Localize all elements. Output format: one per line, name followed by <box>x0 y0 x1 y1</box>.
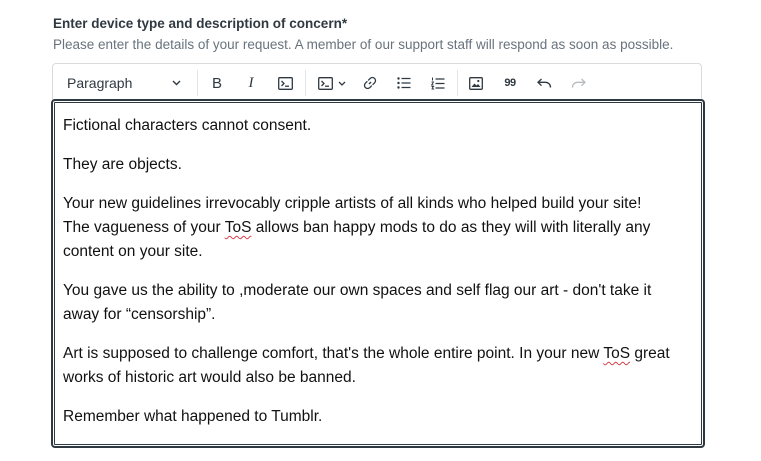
chevron-down-icon <box>338 81 346 86</box>
editor-text: The vagueness of your <box>63 219 225 236</box>
code-block-button[interactable] <box>313 64 351 102</box>
numbered-list-button[interactable] <box>426 64 450 102</box>
bulleted-list-icon <box>397 77 411 89</box>
paragraph-format-select[interactable]: Paragraph <box>59 64 189 102</box>
editor-paragraph: Your new guidelines irrevocably cripple … <box>63 192 691 264</box>
numbered-list-icon <box>431 77 445 90</box>
link-icon <box>363 76 377 90</box>
blockquote-button[interactable]: 99 <box>498 64 522 102</box>
redo-button[interactable] <box>566 64 590 102</box>
toolbar-divider <box>305 70 306 96</box>
paragraph-format-label: Paragraph <box>67 75 133 91</box>
toolbar-divider <box>197 70 198 96</box>
request-form: Enter device type and description of con… <box>0 0 761 461</box>
code-block-icon <box>318 76 333 90</box>
link-button[interactable] <box>358 64 382 102</box>
undo-icon <box>536 78 552 89</box>
italic-button[interactable]: I <box>239 64 263 102</box>
field-label: Enter device type and description of con… <box>53 16 348 31</box>
code-button[interactable] <box>273 64 297 102</box>
editor-text: Your new guidelines irrevocably cripple … <box>63 195 642 212</box>
editor-paragraph: They are objects. <box>63 156 182 173</box>
editor-text: Art is supposed to challenge comfort, th… <box>63 345 604 362</box>
chevron-down-icon <box>172 80 181 86</box>
field-hint: Please enter the details of your request… <box>53 37 674 52</box>
editor-paragraph: Fictional characters cannot consent. <box>63 117 312 134</box>
bulleted-list-button[interactable] <box>392 64 416 102</box>
misspelled-word: ToS <box>603 345 631 362</box>
editor-paragraph: You gave us the ability to ,moderate our… <box>63 282 652 323</box>
redo-icon <box>571 78 586 89</box>
rich-text-editor[interactable]: Fictional characters cannot consent. The… <box>51 99 705 448</box>
italic-icon: I <box>248 74 254 91</box>
misspelled-word: ToS <box>224 219 252 236</box>
undo-button[interactable] <box>532 64 556 102</box>
image-icon <box>469 76 483 90</box>
editor-paragraph: Remember what happened to Tumblr. <box>63 408 323 425</box>
image-button[interactable] <box>464 64 488 102</box>
quote-icon: 99 <box>504 77 516 89</box>
code-icon <box>277 76 293 90</box>
editor-paragraph: Art is supposed to challenge comfort, th… <box>63 342 691 390</box>
bold-icon: B <box>211 74 222 92</box>
editor-toolbar: Paragraph B I 99 <box>52 63 702 101</box>
bold-button[interactable]: B <box>205 64 229 102</box>
toolbar-divider <box>457 70 458 96</box>
